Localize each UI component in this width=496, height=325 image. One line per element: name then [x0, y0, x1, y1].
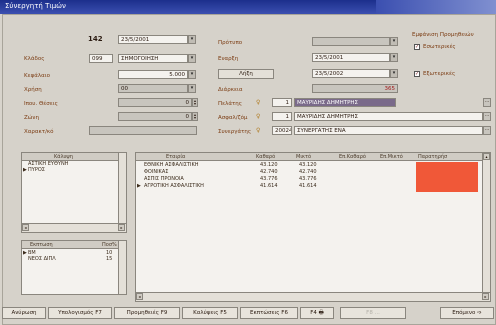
anoirosi-button[interactable]: Ανύρωση	[2, 307, 46, 319]
kalypsi-vscroll[interactable]	[118, 153, 126, 223]
esoterikes-checkbox[interactable]: ✓	[414, 44, 420, 50]
kalypsi-hscroll[interactable]: ◂ ▸	[22, 223, 126, 232]
kefalaio-dropdown[interactable]: ▾	[188, 70, 196, 79]
ekptosi-vscroll[interactable]	[118, 241, 126, 294]
esoterikes-label: Εσωτερικές	[423, 44, 456, 50]
printer-icon: 🖶	[318, 310, 324, 316]
scroll-left-icon[interactable]: ◂	[22, 224, 29, 231]
etaireia-grid: Εταιρία Καθαρό Μικτό Επ.Καθαρό Επ.Μικτό …	[135, 152, 491, 302]
synergatis-lookup-button[interactable]: ...	[483, 126, 491, 135]
scroll-left-icon[interactable]: ◂	[136, 293, 143, 300]
date1-field[interactable]: 23/5/2001	[118, 35, 188, 44]
kalypsi-header-label: Κάλυψη	[54, 154, 73, 160]
xrisi-dropdown[interactable]: ▾	[188, 84, 196, 93]
xrisi-label: Χρήση	[24, 87, 42, 93]
pelatis-name-field[interactable]: ΜΑΥΡΙΔΗΣ ΔΗΜΗΤΡΗΣ	[294, 98, 396, 107]
enarxi-dropdown[interactable]: ▾	[390, 53, 398, 62]
synergatis-name-field[interactable]: ΣΥΝΕΡΓΑΤΗΣ ΕΝΑ	[294, 126, 483, 135]
title-bar-gradient	[376, 0, 496, 14]
enarxi-field[interactable]: 23/5/2001	[312, 53, 390, 62]
emfanisi-label: Εμφάνιση Προμηθειών	[412, 32, 474, 38]
asfalis-label: Ασφαλ/ζόμ	[218, 115, 248, 121]
protypo-dropdown[interactable]: ▾	[390, 37, 398, 46]
xrisi-field[interactable]: 00	[118, 84, 188, 93]
etaireia-vscroll[interactable]: ▴	[482, 153, 490, 292]
ekptosi-header: Εκπτωση Ποσ%	[22, 241, 126, 249]
enarxi-label: Εναρξη	[218, 56, 239, 62]
asfalis-code-field[interactable]: 1	[272, 112, 292, 121]
title-bar: Σύνεργητή Τιμών	[0, 0, 496, 14]
pelatis-lookup-button[interactable]: ...	[483, 98, 491, 107]
bulb-icon[interactable]: ♀	[256, 99, 260, 106]
zoni-field[interactable]: 0	[118, 112, 192, 121]
bulb-icon[interactable]: ♀	[256, 127, 260, 134]
disabled-button: F8 ...	[340, 307, 406, 319]
klados-code-field[interactable]: 099	[89, 54, 113, 63]
scroll-right-icon[interactable]: ▸	[118, 224, 125, 231]
xarakt-field[interactable]	[89, 126, 197, 135]
ekt-field[interactable]: 0	[118, 98, 192, 107]
lixi-button[interactable]: Λήξη	[218, 69, 274, 79]
kalypsi-grid: Κάλυψη ΑΣΤΙΚΗ ΕΥΘΥΝΗ ▶ ΠΥΡΟΣ ◂ ▸	[21, 152, 127, 233]
klados-dropdown[interactable]: ▾	[188, 54, 196, 63]
xarakt-label: Χαρακτ/κό	[24, 129, 54, 135]
synergatis-label: Συνεργάτης	[218, 129, 252, 135]
kalypseis-button[interactable]: Καλύψεις F5	[182, 307, 238, 319]
eksoterikes-checkbox[interactable]: ✓	[414, 71, 420, 77]
remarks-highlight	[416, 162, 478, 192]
protypo-label: Πρότυπο	[218, 40, 243, 46]
epomeno-button[interactable]: Επόμενο ➩	[440, 307, 494, 319]
kalypsi-header: Κάλυψη	[22, 153, 126, 161]
asfalis-lookup-button[interactable]: ...	[483, 112, 491, 121]
diarkeia-label: Διάρκεια	[218, 87, 243, 93]
lixi-dropdown[interactable]: ▾	[390, 69, 398, 78]
zoni-label: Ζώνη	[24, 115, 39, 121]
zoni-spinner[interactable]: ▴ ▾	[192, 112, 198, 121]
ekptosi-grid: Εκπτωση Ποσ% ▶ ΒΜ 10 ΝΕΟΣ ΔΙΠΛ 15	[21, 240, 127, 295]
bulb-icon[interactable]: ♀	[256, 113, 260, 120]
diarkeia-field: 365	[312, 84, 398, 93]
protypo-field[interactable]	[312, 37, 390, 46]
eksoterikes-label: Εξωτερικές	[423, 71, 456, 77]
asfalis-name-field[interactable]: ΜΑΥΡΙΔΗΣ ΔΗΜΗΤΡΗΣ	[294, 112, 483, 121]
pelatis-label: Πελάτης	[218, 101, 243, 107]
arrow-right-icon: ➩	[477, 310, 482, 316]
klados-label: Κλάδος	[24, 56, 45, 62]
arrow-right-icon: ▶	[23, 250, 27, 256]
etaireia-header: Εταιρία Καθαρό Μικτό Επ.Καθαρό Επ.Μικτό …	[136, 153, 490, 161]
kefalaio-label: Κεφάλαιο	[24, 73, 50, 79]
date1-dropdown[interactable]: ▾	[188, 35, 196, 44]
ekt-spinner[interactable]: ▴ ▾	[192, 98, 198, 107]
lixi-field[interactable]: 23/5/2002	[312, 69, 390, 78]
ekt-label: Ιπου. Θέσεις	[24, 101, 58, 107]
ekptoseis-button[interactable]: Εκπτώσεις F6	[240, 307, 298, 319]
scroll-up-icon[interactable]: ▴	[483, 153, 490, 160]
scroll-right-icon[interactable]: ▸	[482, 293, 489, 300]
kefalaio-field[interactable]: 5.000	[118, 70, 188, 79]
synergatis-code-field[interactable]: 20024	[272, 126, 292, 135]
print-button[interactable]: F4 🖶	[300, 307, 334, 319]
arrow-right-icon: ▶	[137, 183, 141, 189]
ypologismos-button[interactable]: Υπολογισμός F7	[48, 307, 112, 319]
pelatis-code-field[interactable]: 1	[272, 98, 292, 107]
record-number: 142	[88, 35, 103, 43]
arrow-right-icon: ▶	[23, 167, 27, 173]
window-title: Σύνεργητή Τιμών	[5, 2, 66, 10]
etaireia-hscroll[interactable]: ◂ ▸	[136, 292, 490, 301]
klados-field[interactable]: ΣΗΜΟΓΟΙΗΣΗ	[118, 54, 188, 63]
promitheies-button[interactable]: Προμηθειές F9	[114, 307, 180, 319]
